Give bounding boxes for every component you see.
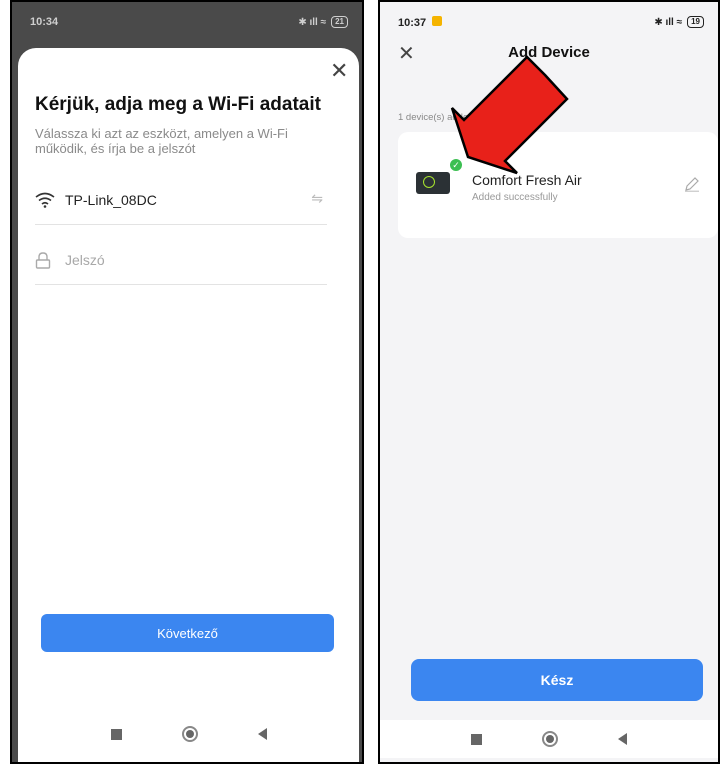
back-icon[interactable] [257, 728, 267, 740]
back-icon[interactable] [618, 733, 627, 745]
signal-icon: ✱ ıll ≈ [654, 16, 683, 28]
device-power-ring [423, 176, 435, 188]
device-name: Comfort Fresh Air [472, 172, 582, 188]
success-check-icon: ✓ [448, 157, 464, 173]
password-field[interactable]: Jelszó [35, 236, 327, 285]
next-button[interactable]: Következő [41, 614, 334, 652]
status-time: 10:37 [398, 16, 427, 29]
page-title: Kérjük, adja meg a Wi-Fi adatait [35, 94, 321, 115]
done-button[interactable]: Kész [411, 659, 703, 701]
add-device-screen: 10:37 ✱ ıll ≈ 19 ✕ Add Device 1 device(s… [378, 0, 720, 764]
status-time: 10:34 [30, 16, 59, 28]
recents-icon[interactable] [471, 733, 482, 745]
lock-icon [35, 251, 65, 269]
device-thumbnail [416, 172, 450, 194]
wifi-name-value: TP-Link_08DC [65, 192, 157, 208]
status-bar: 10:34 ✱ ıll ≈ 21 [12, 2, 362, 42]
edit-pencil-icon[interactable] [684, 176, 700, 192]
password-placeholder: Jelszó [65, 252, 105, 268]
device-status: Added successfully [472, 192, 558, 203]
notification-icon [432, 15, 443, 26]
wifi-setup-screen: 10:34 ✱ ıll ≈ 21 ✕ Kérjük, adja meg a Wi… [10, 0, 364, 764]
device-card[interactable]: ✓ Comfort Fresh Air Added successfully [398, 132, 718, 238]
switch-network-icon[interactable]: ⇋ [311, 190, 323, 207]
battery-icon: 21 [331, 16, 348, 28]
nav-bar [380, 720, 718, 758]
home-icon[interactable] [181, 726, 198, 742]
close-icon[interactable]: ✕ [330, 60, 348, 82]
battery-icon: 19 [687, 16, 704, 28]
status-time-group: 10:37 [398, 15, 443, 29]
page-subtitle: Válassza ki azt az eszközt, amelyen a Wi… [35, 126, 288, 156]
added-count-text: 1 device(s) added successfully [398, 112, 528, 123]
status-icons: ✱ ıll ≈ 19 [654, 16, 704, 28]
next-button-label: Következő [157, 625, 218, 641]
nav-bar [18, 706, 359, 762]
signal-icon: ✱ ıll ≈ [298, 16, 327, 28]
wifi-icon [35, 192, 65, 208]
done-button-label: Kész [540, 672, 574, 688]
home-icon[interactable] [542, 731, 558, 747]
wifi-name-field[interactable]: TP-Link_08DC ⇋ [35, 176, 327, 225]
recents-icon[interactable] [110, 728, 122, 740]
status-icons: ✱ ıll ≈ 21 [298, 16, 348, 28]
page-title: Add Device [508, 44, 590, 61]
status-bar: 10:37 ✱ ıll ≈ 19 [380, 2, 718, 42]
